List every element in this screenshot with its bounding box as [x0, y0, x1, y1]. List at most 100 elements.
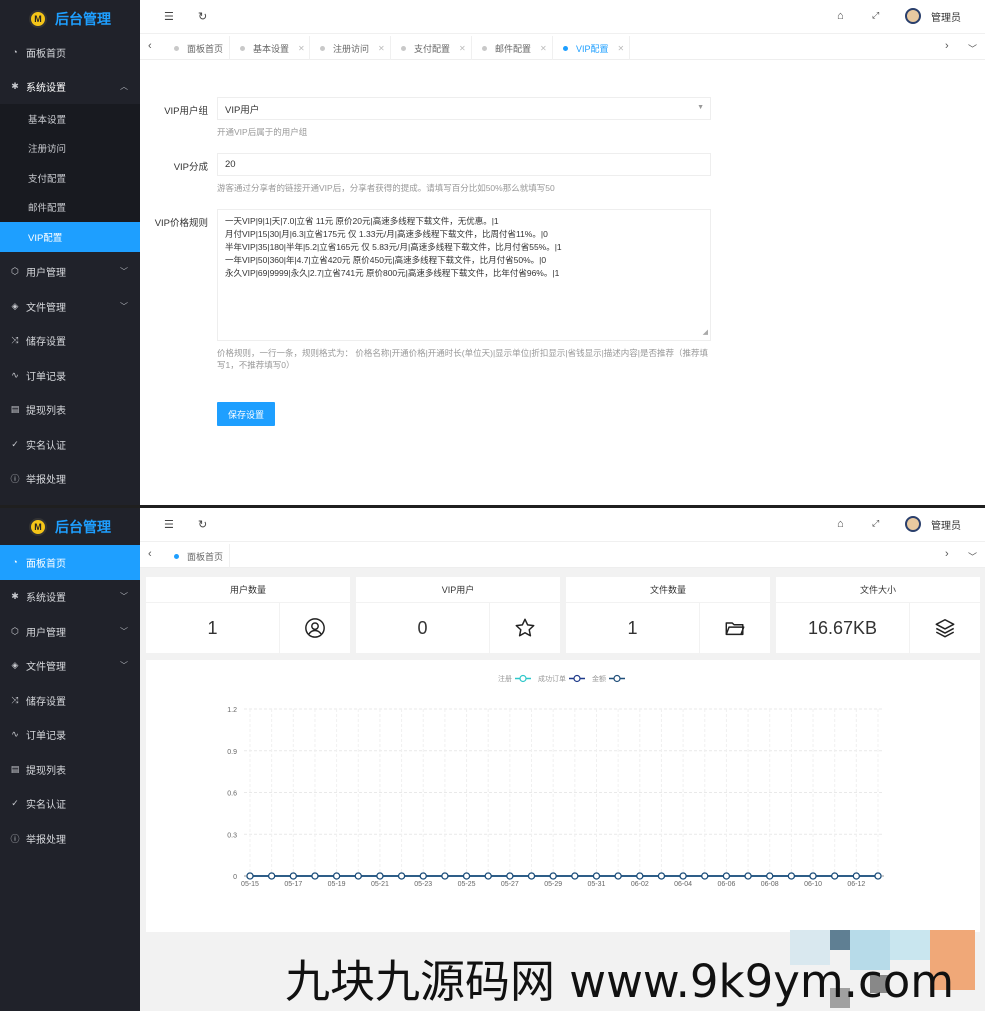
refresh-icon[interactable]: ↻ — [198, 518, 207, 531]
stats-line-chart: 0 0.3 0.6 0.9 1.2 05-15 05-17 05-19 05-21 05-23 05… — [146, 660, 980, 932]
stat-card-value: 1 — [627, 617, 638, 638]
avatar — [905, 516, 921, 532]
data-point — [636, 872, 644, 880]
vip-rules-value: 一天VIP|9|1|天|7.0|立省 11元 原价20元|高速多线程下载文件，无… — [225, 216, 562, 278]
sidebar-item-system-settings[interactable]: ✱ 系统设置 ︿ — [0, 69, 140, 104]
tab-basic-settings[interactable]: 基本设置 ✕ — [230, 36, 310, 60]
data-point — [852, 872, 860, 880]
vip-group-select[interactable]: VIP用户 ▼ — [217, 97, 711, 120]
close-icon[interactable]: ✕ — [459, 44, 466, 53]
close-icon[interactable]: ✕ — [298, 44, 305, 53]
user-menu[interactable]: 管理员 — [905, 8, 961, 24]
sidebar-item-users[interactable]: ⬡ 用户管理 ﹀ — [0, 255, 140, 290]
sidebar-item-users[interactable]: ⬡ 用户管理 ﹀ — [0, 614, 140, 649]
sidebar-item-label: 储存设置 — [26, 696, 66, 708]
home-icon[interactable]: ⌂ — [837, 10, 844, 22]
sidebar-item-dashboard[interactable]: ◔ 面板首页 — [0, 545, 140, 580]
data-point — [354, 872, 362, 880]
vip-share-label: VIP分成 — [173, 162, 208, 173]
tab-payment-config[interactable]: 支付配置 ✕ — [391, 36, 472, 60]
sidebar-item-withdrawals[interactable]: ▤ 提现列表 — [0, 393, 140, 428]
sidebar-item-withdrawals[interactable]: ▤ 提现列表 — [0, 752, 140, 787]
fullscreen-icon[interactable]: ⤢ — [872, 518, 879, 529]
tab-scroll-right-icon[interactable]: › — [945, 40, 949, 52]
tab-label: VIP配置 — [576, 43, 609, 54]
close-icon[interactable]: ✕ — [378, 44, 385, 53]
sidebar-item-orders[interactable]: ∿ 订单记录 — [0, 718, 140, 753]
vip-share-input[interactable]: 20 — [217, 153, 711, 176]
stat-card-value: 16.67KB — [807, 617, 878, 638]
stat-card-file-size: 文件大小 16.67KB — [776, 577, 980, 653]
sidebar-item-storage[interactable]: ⤨ 储存设置 — [0, 683, 140, 718]
stat-card-body: 16.67KB — [776, 603, 980, 653]
menu-toggle-icon[interactable]: ☰ — [164, 10, 174, 23]
x-tick-label: 06-12 — [847, 881, 865, 888]
sidebar-item-dashboard[interactable]: ◔ 面板首页 — [0, 35, 140, 70]
sidebar-item-label: 订单记录 — [26, 731, 66, 743]
tab-vip-config[interactable]: VIP配置 ✕ — [553, 36, 630, 60]
logo[interactable]: M 后台管理 — [0, 508, 140, 545]
resize-handle-icon[interactable]: ◢ — [703, 326, 708, 339]
sidebar-item-vip-config[interactable]: VIP配置 — [0, 222, 140, 252]
sidebar-item-label: 实名认证 — [26, 440, 66, 452]
tab-dot — [320, 45, 325, 51]
logo[interactable]: M 后台管理 — [0, 0, 140, 37]
tab-dot — [401, 45, 406, 51]
sidebar-item-verification[interactable]: ✓ 实名认证 — [0, 427, 140, 462]
sidebar-item-label: 用户管理 — [26, 627, 66, 639]
sidebar-item-reports[interactable]: ⓘ 举报处理 — [0, 462, 140, 497]
tab-label: 注册访问 — [333, 43, 370, 54]
tab-dashboard[interactable]: 面板首页 — [164, 544, 230, 568]
sidebar-item-files[interactable]: ◈ 文件管理 ﹀ — [0, 289, 140, 324]
x-tick-label: 06-02 — [631, 881, 649, 888]
sidebar-item-system-settings[interactable]: ✱ 系统设置 ﹀ — [0, 580, 140, 615]
sidebar-item-label: 系统设置 — [26, 83, 66, 95]
top-header: ☰ ↻ ⌂ ⤢ 管理员 — [140, 508, 985, 542]
sidebar-item-storage[interactable]: ⤨ 储存设置 — [0, 324, 140, 359]
sidebar-item-reports[interactable]: ⓘ 举报处理 — [0, 821, 140, 856]
tab-register-access[interactable]: 注册访问 ✕ — [310, 36, 391, 60]
sidebar-item-verification[interactable]: ✓ 实名认证 — [0, 787, 140, 822]
stat-card-title: 用户数量 — [146, 577, 350, 603]
home-icon[interactable]: ⌂ — [837, 518, 844, 530]
chevron-down-icon: ﹀ — [120, 592, 128, 602]
fullscreen-icon[interactable]: ⤢ — [872, 10, 879, 21]
x-tick-label: 05-15 — [241, 881, 259, 888]
sidebar-item-label: 面板首页 — [26, 48, 66, 60]
save-button[interactable]: 保存设置 — [217, 402, 275, 426]
sidebar-item-payment-config[interactable]: 支付配置 — [0, 163, 140, 193]
tab-label: 支付配置 — [414, 43, 451, 54]
sidebar-item-label: 面板首页 — [26, 558, 66, 570]
sidebar: M 后台管理 ◔ 面板首页 ✱ 系统设置 ﹀ ⬡ 用户管理 ﹀ ◈ 文件管理 ﹀… — [0, 508, 140, 1011]
legend-marker — [573, 674, 581, 683]
vip-rules-textarea[interactable]: 一天VIP|9|1|天|7.0|立省 11元 原价20元|高速多线程下载文件，无… — [217, 209, 711, 341]
tab-dot — [482, 45, 487, 51]
sidebar-item-basic-settings[interactable]: 基本设置 — [0, 104, 140, 134]
dashboard-icon: ◔ — [12, 557, 18, 568]
tab-menu-chevron-icon[interactable]: ﹀ — [968, 550, 977, 563]
vip-rules-label: VIP价格规则 — [154, 218, 208, 229]
tab-mail-config[interactable]: 邮件配置 ✕ — [472, 36, 553, 60]
sidebar-item-label: 订单记录 — [26, 371, 66, 383]
sidebar-item-files[interactable]: ◈ 文件管理 ﹀ — [0, 649, 140, 684]
sidebar-item-orders[interactable]: ∿ 订单记录 — [0, 358, 140, 393]
sidebar: M 后台管理 ◔ 面板首页 ✱ 系统设置 ︿ 基本设置 注册访问 支付配置 邮件… — [0, 0, 140, 505]
tab-scroll-left-icon[interactable]: ‹ — [148, 548, 152, 560]
tab-menu-chevron-icon[interactable]: ﹀ — [968, 42, 977, 55]
layers-icon — [909, 603, 980, 653]
data-point — [268, 872, 276, 880]
refresh-icon[interactable]: ↻ — [198, 10, 207, 23]
close-icon[interactable]: ✕ — [540, 44, 547, 53]
user-menu[interactable]: 管理员 — [905, 516, 961, 532]
stat-card-file-count: 文件数量 1 — [566, 577, 770, 653]
tab-scroll-right-icon[interactable]: › — [945, 548, 949, 560]
tab-dot — [174, 45, 179, 51]
dashboard-icon: ◔ — [12, 47, 18, 58]
tab-dashboard[interactable]: 面板首页 — [164, 36, 230, 60]
sidebar-item-mail-config[interactable]: 邮件配置 — [0, 193, 140, 223]
close-icon[interactable]: ✕ — [618, 44, 625, 53]
data-point — [679, 872, 687, 880]
menu-toggle-icon[interactable]: ☰ — [164, 518, 174, 531]
tab-scroll-left-icon[interactable]: ‹ — [148, 40, 152, 52]
sidebar-item-register-access[interactable]: 注册访问 — [0, 134, 140, 164]
